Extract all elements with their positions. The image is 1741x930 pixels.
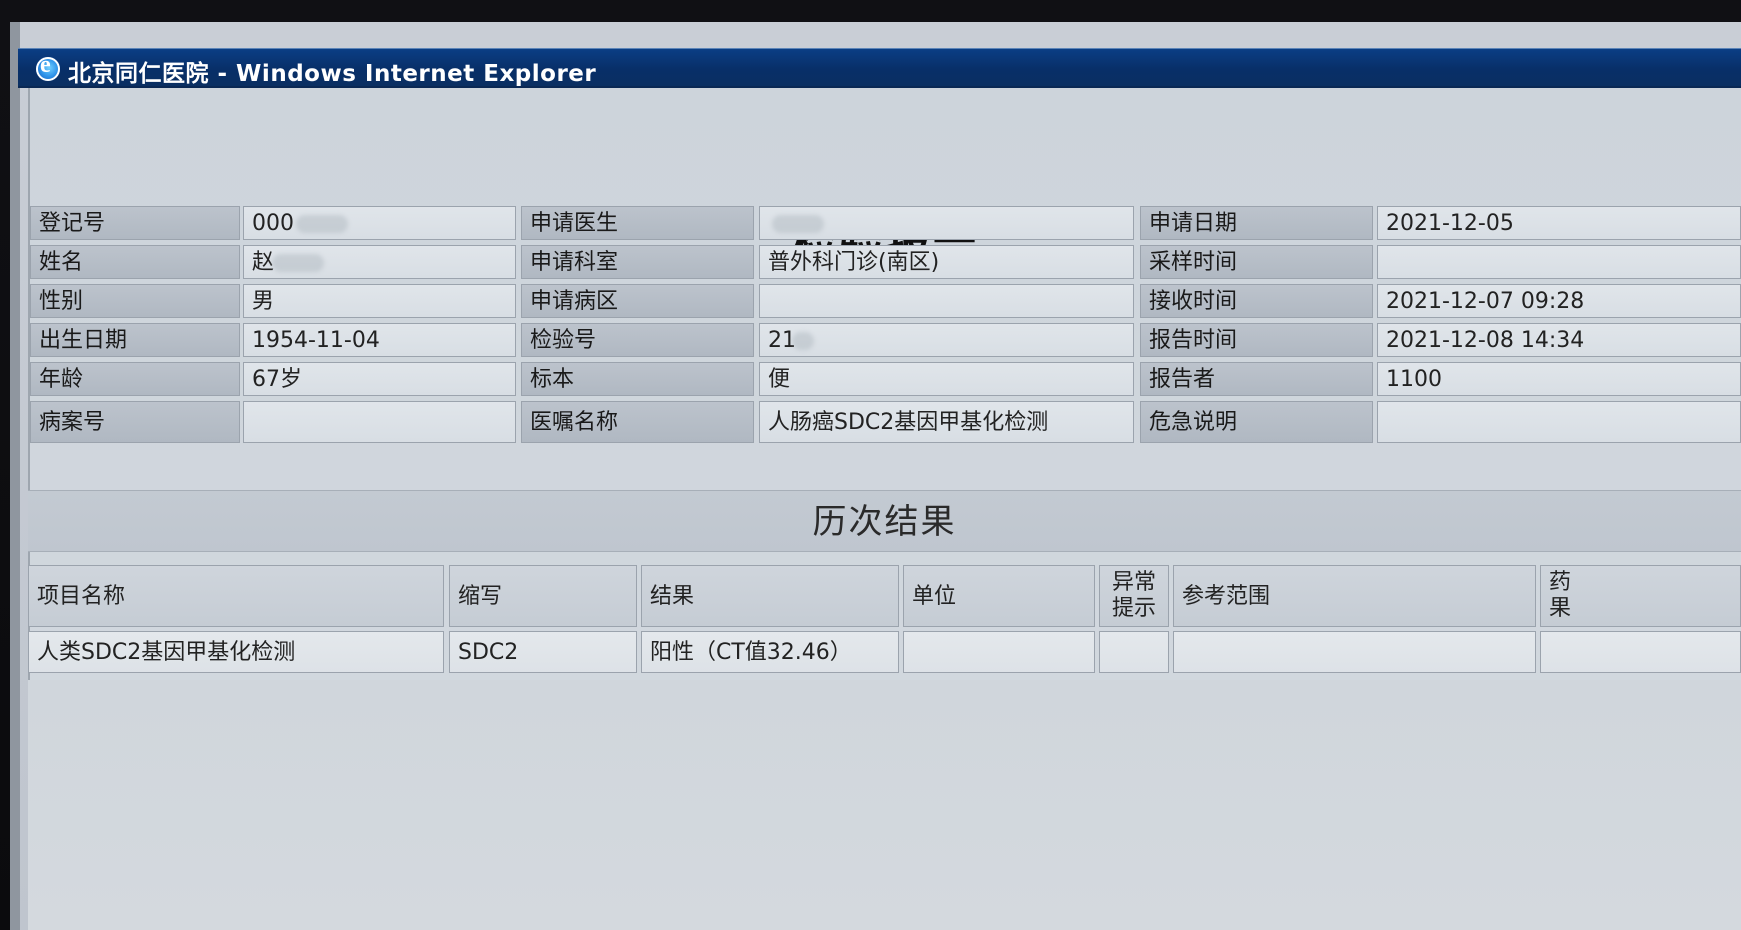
redaction-mark [792,332,814,350]
label-report-time: 报告时间 [1140,323,1373,357]
value-requesting-department: 普外科门诊(南区) [759,245,1134,279]
value-request-date: 2021-12-05 [1377,206,1741,240]
col-header-item-name[interactable]: 项目名称 [28,565,444,627]
col-header-abnormal-flag[interactable]: 异常 提示 [1099,565,1169,627]
cell-abnormal-flag [1099,631,1169,673]
window-title-bar[interactable]: 北京同仁医院 - Windows Internet Explorer [18,48,1741,88]
value-age: 67岁 [243,362,516,396]
value-sampling-time [1377,245,1741,279]
value-critical-note [1377,401,1741,443]
cell-item-name: 人类SDC2基因甲基化检测 [28,631,444,673]
value-name-text: 赵 [252,250,275,275]
label-birth-date: 出生日期 [30,323,240,357]
label-requesting-ward: 申请病区 [521,284,754,318]
label-age: 年龄 [30,362,240,396]
history-results-header: 历次结果 [28,490,1741,552]
label-requesting-department: 申请科室 [521,245,754,279]
internet-explorer-icon [36,52,60,81]
value-report-time: 2021-12-08 14:34 [1377,323,1741,357]
redaction-mark [296,215,348,233]
label-gender: 性别 [30,284,240,318]
value-birth-date: 1954-11-04 [243,323,516,357]
label-sampling-time: 采样时间 [1140,245,1373,279]
redaction-mark [272,254,324,272]
value-order-name: 人肠癌SDC2基因甲基化检测 [759,401,1134,443]
cell-unit [903,631,1095,673]
value-requesting-doctor [759,206,1134,240]
cell-result: 阳性（CT值32.46） [641,631,899,673]
cell-reference-range [1173,631,1536,673]
value-reporter: 1100 [1377,362,1741,396]
label-request-date: 申请日期 [1140,206,1373,240]
redaction-mark [772,215,824,233]
label-registration-no: 登记号 [30,206,240,240]
cell-abbreviation: SDC2 [449,631,637,673]
label-specimen: 标本 [521,362,754,396]
empty-content-area [28,680,1741,930]
label-received-time: 接收时间 [1140,284,1373,318]
value-received-time: 2021-12-07 09:28 [1377,284,1741,318]
label-test-no: 检验号 [521,323,754,357]
value-case-no [243,401,516,443]
col-header-result[interactable]: 结果 [641,565,899,627]
value-specimen: 便 [759,362,1134,396]
label-reporter: 报告者 [1140,362,1373,396]
col-header-unit[interactable]: 单位 [903,565,1095,627]
col-header-abbreviation[interactable]: 缩写 [449,565,637,627]
label-critical-note: 危急说明 [1140,401,1373,443]
value-gender: 男 [243,284,516,318]
label-name: 姓名 [30,245,240,279]
window-title: 北京同仁医院 - Windows Internet Explorer [68,61,597,87]
col-header-truncated[interactable]: 药 果 [1540,565,1741,627]
value-registration-no: 000 [243,206,516,240]
cell-truncated [1540,631,1741,673]
label-order-name: 医嘱名称 [521,401,754,443]
value-name: 赵 [243,245,516,279]
desktop-screen: 北京同仁医院 - Windows Internet Explorer 检验报告 … [0,0,1741,930]
col-header-reference-range[interactable]: 参考范围 [1173,565,1536,627]
value-requesting-ward [759,284,1134,318]
label-case-no: 病案号 [30,401,240,443]
value-registration-no-text: 000 [252,211,294,236]
label-requesting-doctor: 申请医生 [521,206,754,240]
value-test-no: 21 [759,323,1134,357]
